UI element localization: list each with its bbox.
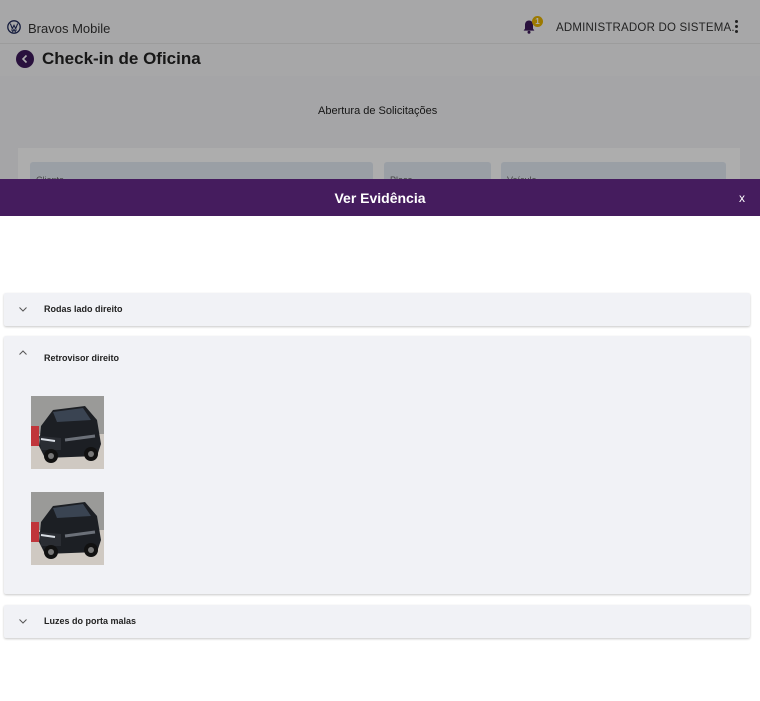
chevron-up-icon <box>19 350 27 355</box>
car-photo <box>31 396 104 469</box>
evidence-image[interactable] <box>31 492 104 565</box>
chevron-down-icon <box>19 307 27 312</box>
car-photo <box>31 492 104 565</box>
evidence-image[interactable] <box>31 396 104 469</box>
accordion-panel-rodas: Rodas lado direito <box>4 293 750 326</box>
close-button[interactable]: x <box>739 191 745 205</box>
accordion-header-luzes[interactable]: Luzes do porta malas <box>4 605 750 638</box>
accordion-panel-retrovisor: Retrovisor direito <box>4 336 750 594</box>
modal-header: Ver Evidência x <box>0 179 760 216</box>
chevron-down-icon <box>19 619 27 624</box>
modal-title: Ver Evidência <box>334 190 426 206</box>
accordion-panel-luzes: Luzes do porta malas <box>4 605 750 638</box>
accordion-header-rodas[interactable]: Rodas lado direito <box>4 293 750 326</box>
accordion-label: Luzes do porta malas <box>44 616 137 626</box>
modal-backdrop[interactable] <box>0 0 760 180</box>
accordion-header-retrovisor[interactable]: Retrovisor direito <box>4 336 750 369</box>
accordion-label: Rodas lado direito <box>44 304 123 314</box>
accordion-label: Retrovisor direito <box>44 353 120 363</box>
evidence-modal: Ver Evidência x Rodas lado direito Retro… <box>0 179 760 701</box>
